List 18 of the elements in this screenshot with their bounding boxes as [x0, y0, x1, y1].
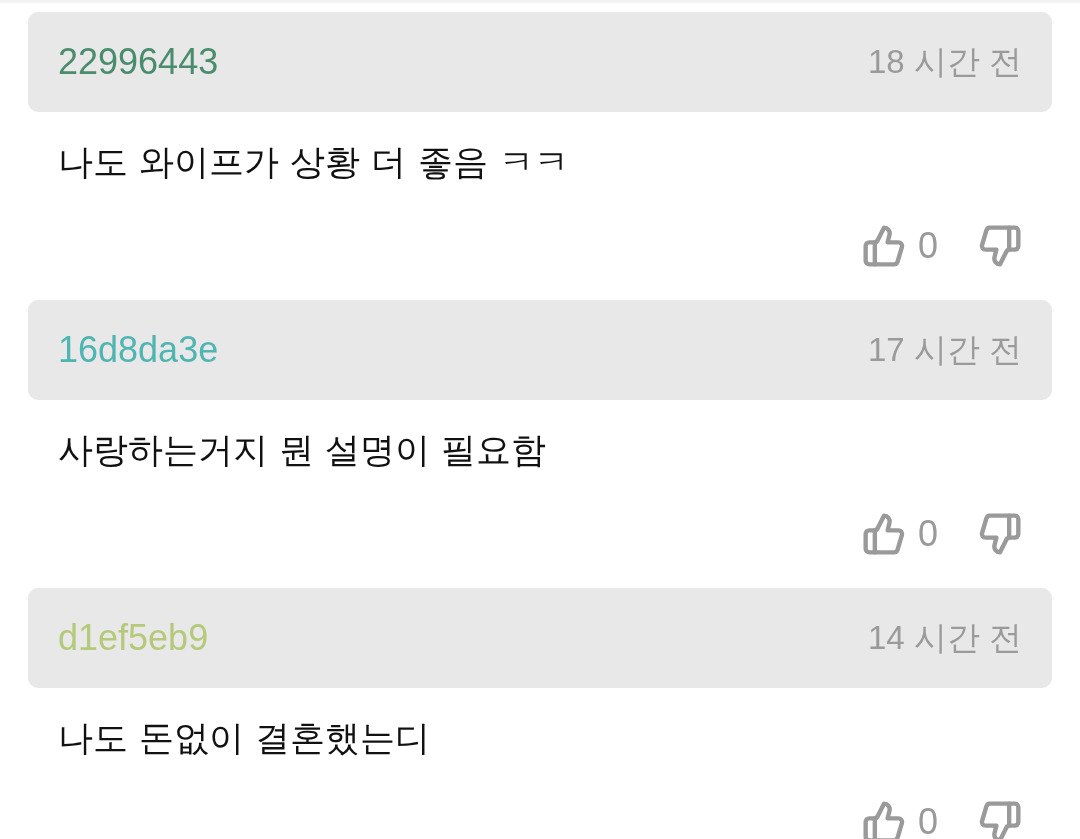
thumbs-up-icon[interactable]	[861, 800, 906, 839]
like-count: 0	[917, 513, 938, 555]
comment-text: 나도 와이프가 상황 더 좋음 ㅋㅋ	[57, 141, 570, 184]
username: 22996443	[58, 41, 219, 83]
thumbs-down-icon[interactable]	[978, 800, 1022, 839]
comment-text: 사랑하는거지 뭔 설명이 필요함	[57, 429, 548, 472]
timestamp: 17 시간 전	[867, 329, 1022, 370]
thumbs-up-icon[interactable]	[861, 224, 906, 268]
comment-text: 나도 돈없이 결혼했는디	[57, 717, 432, 760]
like-count: 0	[917, 225, 938, 267]
like-count: 0	[917, 801, 938, 839]
username: d1ef5eb9	[58, 617, 209, 659]
thumbs-down-icon[interactable]	[978, 512, 1022, 556]
timestamp: 14 시간 전	[867, 617, 1022, 658]
username: 16d8da3e	[58, 329, 219, 371]
thumbs-up-icon[interactable]	[861, 512, 906, 556]
thumbs-down-icon[interactable]	[978, 224, 1022, 268]
timestamp: 18 시간 전	[867, 41, 1022, 82]
